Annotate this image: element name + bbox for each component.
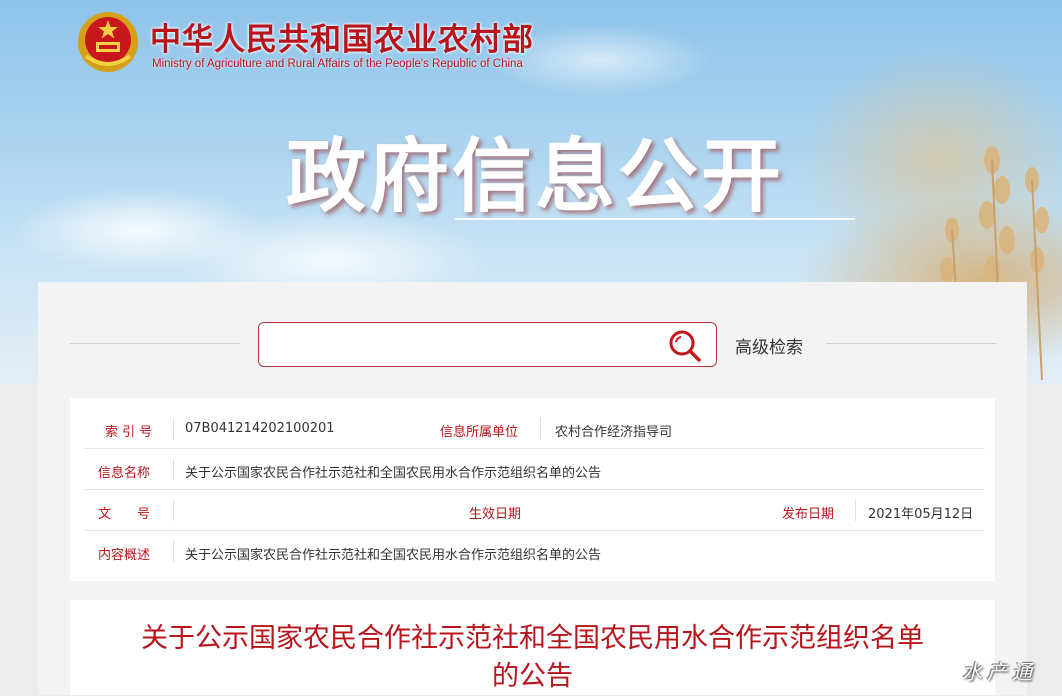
search-input[interactable] <box>269 323 663 365</box>
column-separator <box>855 500 856 521</box>
column-separator <box>173 418 174 439</box>
info-row-name: 信息名称 关于公示国家农民合作社示范社和全国农民用水合作示范组织名单的公告 <box>70 449 995 490</box>
index-label: 索 引 号 <box>105 425 153 440</box>
advanced-search-link[interactable]: 高级检索 <box>735 333 803 358</box>
column-separator <box>173 459 174 480</box>
info-row-doc: 文 号 生效日期 发布日期 2021年05月12日 <box>70 490 995 531</box>
publish-date-value: 2021年05月12日 <box>868 507 974 522</box>
info-table: 索 引 号 07B041214202100201 信息所属单位 农村合作经济指导… <box>70 398 995 581</box>
search-icon[interactable] <box>668 329 702 363</box>
unit-label: 信息所属单位 <box>440 425 519 440</box>
national-emblem-icon <box>78 12 138 72</box>
index-value: 07B041214202100201 <box>185 421 335 436</box>
divider-left <box>70 343 240 344</box>
summary-label: 内容概述 <box>98 548 151 563</box>
summary-value: 关于公示国家农民合作社示范社和全国农民用水合作示范组织名单的公告 <box>185 548 602 563</box>
name-value: 关于公示国家农民合作社示范社和全国农民用水合作示范组织名单的公告 <box>185 466 602 481</box>
publish-date-label: 发布日期 <box>782 507 835 522</box>
watermark-text: 水产通 <box>962 660 1037 684</box>
doc-label: 文 号 <box>98 507 151 522</box>
site-name: 中华人民共和国农业农村部 <box>150 22 534 58</box>
article-title-line-2: 的公告 <box>492 661 573 692</box>
divider-right <box>826 343 996 344</box>
info-row-summary: 内容概述 关于公示国家农民合作社示范社和全国农民用水合作示范组织名单的公告 <box>70 531 995 572</box>
unit-value: 农村合作经济指导司 <box>555 425 673 440</box>
search-box <box>258 322 717 367</box>
column-separator <box>173 541 174 562</box>
name-label: 信息名称 <box>98 466 151 481</box>
article-title-line-1: 关于公示国家农民合作社示范社和全国农民用水合作示范组织名单 <box>141 623 924 654</box>
title-underline <box>455 218 855 220</box>
section-title: 政府信息公开 <box>286 130 784 223</box>
site-name-english: Ministry of Agriculture and Rural Affair… <box>152 58 523 70</box>
column-separator <box>173 500 174 521</box>
article-title: 关于公示国家农民合作社示范社和全国农民用水合作示范组织名单 的公告 <box>70 620 995 696</box>
article-section: 关于公示国家农民合作社示范社和全国农民用水合作示范组织名单 的公告 <box>70 600 995 695</box>
effective-date-label: 生效日期 <box>469 507 522 522</box>
column-separator <box>540 418 541 439</box>
info-row-index: 索 引 号 07B041214202100201 信息所属单位 农村合作经济指导… <box>70 408 995 449</box>
